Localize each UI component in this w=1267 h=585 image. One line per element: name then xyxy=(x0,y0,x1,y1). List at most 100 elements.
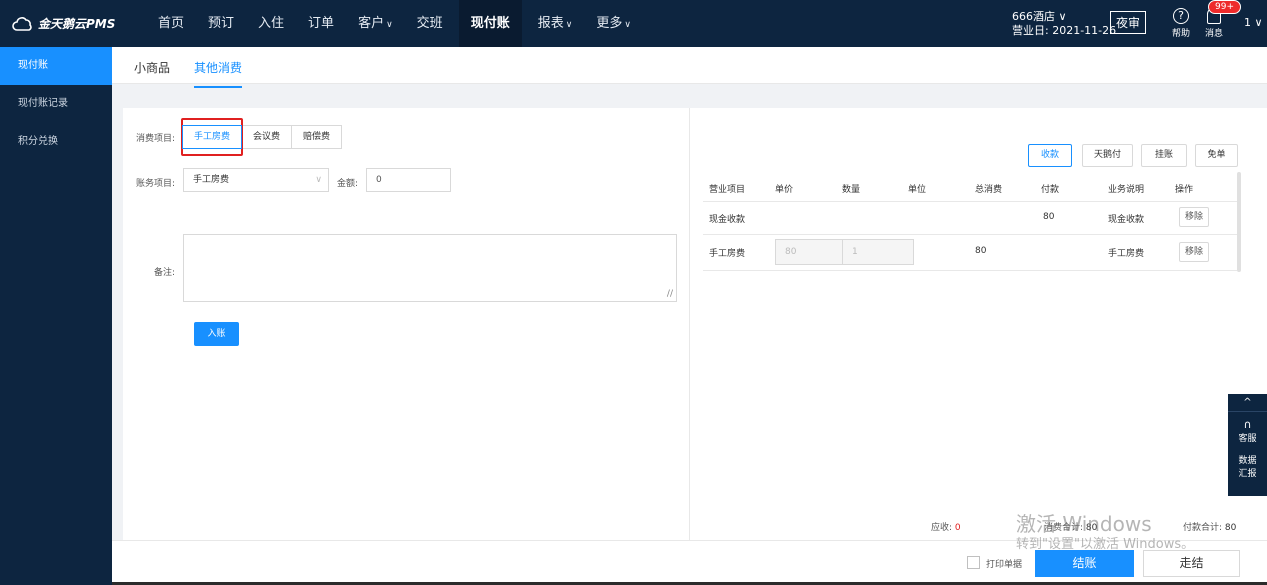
nav-label: 现付账 xyxy=(470,16,510,31)
cell-desc: 手工房费 xyxy=(1108,249,1145,259)
payment-label: 付款合计: xyxy=(1183,523,1223,533)
table-row: 手工房费 80 1 80 手工房费 移除 xyxy=(703,235,1237,271)
help-button[interactable]: ? 帮助 xyxy=(1172,8,1190,39)
hang-account-button[interactable]: 挂账 xyxy=(1141,144,1187,167)
account-item-label: 账务项目: xyxy=(136,179,176,189)
table-scrollbar[interactable] xyxy=(1237,172,1241,272)
amount-input[interactable]: 0 xyxy=(366,168,451,192)
cell-item: 现金收款 xyxy=(709,215,746,225)
tab-other-consumption[interactable]: 其他消费 xyxy=(194,59,243,88)
nav-cash-account[interactable]: 现付账 xyxy=(458,0,522,47)
brand-logo[interactable]: 金天鹅云PMS xyxy=(12,15,115,32)
account-item-select[interactable]: 手工房费 ∨ xyxy=(183,168,329,192)
nav-reservation[interactable]: 预订 xyxy=(200,0,242,47)
floating-service-panel: ^ ∩ 客服 数据 汇报 xyxy=(1228,394,1267,496)
panel-divider xyxy=(689,108,690,540)
consume-item-manual-room[interactable]: 手工房费 xyxy=(182,125,243,149)
col-header: 总消费 xyxy=(975,185,1003,195)
nav-label: 入住 xyxy=(258,16,285,31)
sidebar-item-cash-records[interactable]: 现付账记录 xyxy=(0,85,112,123)
nav-more[interactable]: 更多 ∨ xyxy=(588,0,639,47)
remove-button[interactable]: 移除 xyxy=(1179,242,1209,262)
nav-label: 报表 xyxy=(537,16,564,31)
nav-orders[interactable]: 订单 xyxy=(300,0,342,47)
receivable-summary: 应收: 0 xyxy=(931,520,961,533)
post-entry-button[interactable]: 入账 xyxy=(194,322,239,346)
receivable-label: 应收: xyxy=(931,523,953,533)
nav-home[interactable]: 首页 xyxy=(150,0,192,47)
service-label: 客服 xyxy=(1238,434,1257,444)
nav-label: 预订 xyxy=(208,16,235,31)
question-icon: ? xyxy=(1173,8,1189,24)
table-header: 营业项目 单价 数量 单位 总消费 付款 业务说明 操作 xyxy=(703,172,1237,202)
nav-label: 交班 xyxy=(416,16,443,31)
account-item-value: 手工房费 xyxy=(193,175,230,185)
col-header: 营业项目 xyxy=(709,185,746,195)
brand-name: 金天鹅云PMS xyxy=(38,17,116,31)
nav-shift[interactable]: 交班 xyxy=(409,0,451,47)
cell-item: 手工房费 xyxy=(709,249,746,259)
message-label: 消息 xyxy=(1205,29,1224,39)
consume-item-selector: 手工房费 会议费 赔偿费 xyxy=(182,125,343,149)
business-date: 营业日: 2021-11-26 xyxy=(1012,24,1117,37)
col-header: 付款 xyxy=(1041,185,1060,195)
sidebar-item-points-exchange[interactable]: 积分兑换 xyxy=(0,123,112,161)
tianezhifu-button[interactable]: 天鹅付 xyxy=(1082,144,1133,167)
tab-small-goods[interactable]: 小商品 xyxy=(134,59,170,76)
col-header: 单价 xyxy=(775,185,794,195)
resize-handle-icon[interactable]: // xyxy=(667,289,673,299)
nav-label: 订单 xyxy=(308,16,335,31)
report-label-2: 汇报 xyxy=(1238,469,1257,479)
hotel-selector[interactable]: 666酒店 ∨ 营业日: 2021-11-26 xyxy=(1012,10,1116,38)
windows-watermark-subtitle: 转到"设置"以激活 Windows。 xyxy=(1016,537,1195,552)
col-header: 操作 xyxy=(1175,185,1194,195)
hotel-name: 666酒店 ∨ xyxy=(1012,10,1067,23)
remark-label: 备注: xyxy=(154,268,176,278)
checkout-button[interactable]: 结账 xyxy=(1035,550,1134,577)
col-header: 单位 xyxy=(908,185,927,195)
cell-total: 80 xyxy=(975,246,987,256)
print-label: 打印单据 xyxy=(986,560,1023,570)
leave-settle-button[interactable]: 走结 xyxy=(1143,550,1240,577)
report-label-1: 数据 xyxy=(1238,456,1257,466)
nav-label: 客户 xyxy=(358,16,385,31)
collect-button[interactable]: 收款 xyxy=(1028,144,1072,167)
remark-textarea[interactable]: // xyxy=(183,234,677,302)
consume-item-label: 消费项目: xyxy=(136,134,176,144)
consume-item-compensation[interactable]: 赔偿费 xyxy=(291,125,343,149)
quantity-input[interactable]: 1 xyxy=(842,239,914,265)
user-menu[interactable]: 1 ∨ xyxy=(1244,16,1263,29)
top-navbar: 金天鹅云PMS 首页 预订 入住 订单 客户 ∨ 交班 现付账 报表 ∨ 更多 ∨ 6… xyxy=(0,0,1267,47)
print-checkbox[interactable] xyxy=(967,556,980,569)
unit-price-input[interactable]: 80 xyxy=(775,239,843,265)
sidebar: 现付账 现付账记录 积分兑换 xyxy=(0,47,112,585)
chevron-down-icon: ∨ xyxy=(315,175,322,185)
nav-customers[interactable]: 客户 ∨ xyxy=(350,0,401,47)
consume-item-meeting[interactable]: 会议费 xyxy=(241,125,293,149)
headset-icon: ∩ xyxy=(1243,418,1252,431)
night-audit-button[interactable]: 夜审 xyxy=(1110,11,1147,34)
main-nav: 首页 预订 入住 订单 客户 ∨ 交班 现付账 报表 ∨ 更多 ∨ xyxy=(150,0,647,47)
help-label: 帮助 xyxy=(1172,29,1191,39)
nav-reports[interactable]: 报表 ∨ xyxy=(530,0,581,47)
waive-button[interactable]: 免单 xyxy=(1195,144,1238,167)
chevron-down-icon: ∨ xyxy=(565,20,573,30)
col-header: 数量 xyxy=(842,185,861,195)
nav-label: 更多 xyxy=(596,16,623,31)
table-row: 现金收款 80 现金收款 移除 xyxy=(703,202,1237,235)
chevron-down-icon: ∨ xyxy=(386,20,393,30)
message-badge: 99+ xyxy=(1208,0,1241,14)
scroll-top-icon[interactable]: ^ xyxy=(1228,394,1267,412)
sub-tabs: 小商品 其他消费 xyxy=(112,47,1267,88)
cloud-icon xyxy=(12,16,32,31)
sidebar-item-cash-account[interactable]: 现付账 xyxy=(0,47,112,85)
payment-value: 80 xyxy=(1224,523,1237,533)
remove-button[interactable]: 移除 xyxy=(1179,207,1209,227)
receivable-value: 0 xyxy=(954,523,961,533)
amount-label: 金额: xyxy=(337,179,359,189)
customer-service-button[interactable]: ∩ 客服 xyxy=(1228,412,1267,444)
data-report-button[interactable]: 数据 汇报 xyxy=(1228,444,1267,479)
cell-payment: 80 xyxy=(1043,212,1055,222)
col-header: 业务说明 xyxy=(1108,185,1145,195)
nav-checkin[interactable]: 入住 xyxy=(250,0,292,47)
